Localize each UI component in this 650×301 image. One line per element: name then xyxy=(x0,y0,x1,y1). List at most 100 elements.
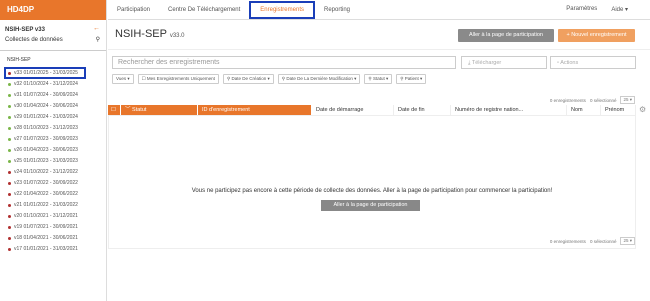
sidebar-item[interactable]: v33 01/01/2025 - 31/03/2025 xyxy=(4,67,86,79)
sort-desc-icon: ﹀ xyxy=(125,107,131,113)
patient-filter[interactable]: ⚲ Patient ▾ xyxy=(396,74,427,84)
status-dot-icon xyxy=(8,94,11,97)
tab-participation[interactable]: Participation xyxy=(108,0,159,20)
download-icon: ⤓ xyxy=(468,60,471,66)
sidebar-item[interactable]: v24 01/10/2022 - 31/12/2022 xyxy=(0,167,106,178)
sidebar-subheader: Collectes de données ⚲ xyxy=(0,34,106,47)
goto-participation-button[interactable]: Aller à la page de participation xyxy=(458,29,554,42)
col-start-date[interactable]: Date de démarrage xyxy=(312,105,394,115)
sidebar-item[interactable]: v27 01/07/2023 - 30/09/2023 xyxy=(0,134,106,145)
filter-icon: ⚲ xyxy=(400,76,404,81)
status-dot-icon xyxy=(8,193,11,196)
page-size-select[interactable]: 25 ▾ xyxy=(620,237,635,245)
sidebar-item-label: v17 01/01/2021 - 31/03/2021 xyxy=(14,246,78,252)
sidebar-item[interactable]: v31 01/07/2024 - 30/09/2024 xyxy=(0,90,106,101)
sidebar-item-label: v25 01/01/2023 - 31/03/2023 xyxy=(14,158,78,164)
sidebar-item[interactable]: v29 01/01/2024 - 31/03/2024 xyxy=(0,112,106,123)
sidebar-item[interactable]: v19 01/07/2021 - 30/09/2021 xyxy=(0,222,106,233)
sidebar-item[interactable]: v22 01/04/2022 - 30/06/2022 xyxy=(0,189,106,200)
search-input[interactable]: Rechercher des enregistrements xyxy=(112,56,456,69)
sidebar-item[interactable]: v20 01/10/2021 - 31/12/2021 xyxy=(0,211,106,222)
col-status[interactable]: ﹀ Statut xyxy=(121,105,198,115)
col-registry-number[interactable]: Numéro de registre nation... xyxy=(451,105,567,115)
col-first-name[interactable]: Prénom xyxy=(601,105,636,115)
sidebar-item-label: v18 01/04/2021 - 30/06/2021 xyxy=(14,235,78,241)
sidebar-item[interactable]: v21 01/01/2022 - 31/03/2022 xyxy=(0,200,106,211)
back-arrow-icon[interactable]: ← xyxy=(93,25,100,32)
sidebar-item-label: v31 01/07/2024 - 30/09/2024 xyxy=(14,92,78,98)
tab-records[interactable]: Enregistrements xyxy=(249,0,315,19)
records-count: 0 enregistrements xyxy=(549,97,586,103)
status-filter-label: Statut ▾ xyxy=(372,76,389,81)
status-filter[interactable]: ⚲ Statut ▾ xyxy=(364,74,393,84)
main-panel: NSIH-SEP v33.0 Aller à la page de partic… xyxy=(108,21,650,301)
gear-icon[interactable]: ⚙ xyxy=(639,105,646,114)
select-all-checkbox[interactable]: ☐ xyxy=(108,105,121,115)
last-modified-filter[interactable]: ⚲ Date De La Dernière Modification ▾ xyxy=(277,74,361,84)
app-logo[interactable]: HD4DP xyxy=(0,0,106,20)
search-icon[interactable]: ⚲ xyxy=(96,36,100,43)
sidebar: HD4DP NSIH-SEP v33 ← Collectes de donnée… xyxy=(0,0,107,301)
page-title-text: NSIH-SEP xyxy=(115,28,167,40)
views-filter[interactable]: Vues ▾ xyxy=(112,74,134,84)
download-button[interactable]: ⤓ Télécharger xyxy=(461,56,547,69)
empty-goto-participation-button[interactable]: Aller à la page de participation xyxy=(321,200,420,211)
page-size-value: 25 xyxy=(623,238,629,243)
sidebar-item[interactable]: v23 01/07/2022 - 30/09/2022 xyxy=(0,178,106,189)
table-body xyxy=(108,115,636,249)
sidebar-item-label: v32 01/10/2024 - 31/12/2024 xyxy=(14,81,78,87)
download-label: Télécharger xyxy=(471,60,502,66)
settings-link[interactable]: Paramètres xyxy=(566,6,597,13)
my-records-checkbox[interactable]: ☐ Mes Enregistrements Uniquement xyxy=(137,74,219,84)
status-dot-icon xyxy=(8,71,11,75)
col-status-label: Statut xyxy=(132,107,147,113)
top-nav: Participation Centre De Téléchargement E… xyxy=(108,0,650,20)
sidebar-item-label: v26 01/04/2023 - 30/06/2023 xyxy=(14,147,78,153)
new-record-button[interactable]: + Nouvel enregistrement xyxy=(558,29,635,42)
status-dot-icon xyxy=(8,182,11,185)
sidebar-list: v33 01/01/2025 - 31/03/2025 v32 01/10/202… xyxy=(0,67,106,255)
sidebar-item[interactable]: v32 01/10/2024 - 31/12/2024 xyxy=(0,79,106,90)
sidebar-header: NSIH-SEP v33 ← xyxy=(0,20,106,34)
sidebar-item-label: v20 01/10/2021 - 31/12/2021 xyxy=(14,213,78,219)
col-last-name[interactable]: Nom xyxy=(567,105,601,115)
page-size-select[interactable]: 25 ▾ xyxy=(620,96,635,104)
status-dot-icon xyxy=(8,138,11,141)
page-title: NSIH-SEP v33.0 xyxy=(115,28,185,40)
sidebar-item[interactable]: v25 01/01/2023 - 31/03/2023 xyxy=(0,156,106,167)
sidebar-item-label: v28 01/10/2023 - 31/12/2023 xyxy=(14,125,78,131)
status-dot-icon xyxy=(8,116,11,119)
my-records-label: Mes Enregistrements Uniquement xyxy=(146,76,215,81)
record-count-top: 0 enregistrements 0 sélectionné 25 ▾ xyxy=(550,96,635,104)
sidebar-item[interactable]: v18 01/04/2021 - 30/06/2021 xyxy=(0,233,106,244)
col-end-date[interactable]: Date de fin xyxy=(394,105,451,115)
tab-reporting[interactable]: Reporting xyxy=(315,0,359,20)
help-menu[interactable]: Aide ▾ xyxy=(611,6,628,13)
status-dot-icon xyxy=(8,215,11,218)
filter-icon: ⚲ xyxy=(368,76,372,81)
sidebar-item-label: v33 01/01/2025 - 31/03/2025 xyxy=(14,69,78,76)
tab-download-center[interactable]: Centre De Téléchargement xyxy=(159,0,249,20)
status-dot-icon xyxy=(8,226,11,229)
sidebar-item[interactable]: v28 01/10/2023 - 31/12/2023 xyxy=(0,123,106,134)
sidebar-item[interactable]: v26 01/04/2023 - 30/06/2023 xyxy=(0,145,106,156)
sidebar-item-label: v24 01/10/2022 - 31/12/2022 xyxy=(14,169,78,175)
sidebar-header-label: NSIH-SEP v33 xyxy=(5,27,45,33)
sidebar-title: NSIH-SEP xyxy=(7,57,31,63)
col-record-id[interactable]: ID d'enregistrement xyxy=(198,105,312,115)
status-dot-icon xyxy=(8,171,11,174)
sidebar-item[interactable]: v30 01/04/2024 - 30/06/2024 xyxy=(0,101,106,112)
sidebar-item-label: v22 01/04/2022 - 30/06/2022 xyxy=(14,191,78,197)
sidebar-item-label: v27 01/07/2023 - 30/09/2023 xyxy=(14,136,78,142)
creation-date-filter[interactable]: ⚲ Date De Création ▾ xyxy=(222,74,274,84)
status-dot-icon xyxy=(8,248,11,251)
selected-count: 0 sélectionné xyxy=(589,238,617,244)
last-modified-label: Date De La Dernière Modification ▾ xyxy=(286,76,357,81)
actions-dropdown[interactable]: ▫ Actions xyxy=(550,56,636,69)
status-dot-icon xyxy=(8,237,11,240)
sidebar-subheader-label: Collectes de données xyxy=(5,37,63,43)
sidebar-item-label: v23 01/07/2022 - 30/09/2022 xyxy=(14,180,78,186)
filter-icon: ⚲ xyxy=(226,76,231,81)
status-dot-icon xyxy=(8,83,11,86)
sidebar-item[interactable]: v17 01/01/2021 - 31/03/2021 xyxy=(0,244,106,255)
